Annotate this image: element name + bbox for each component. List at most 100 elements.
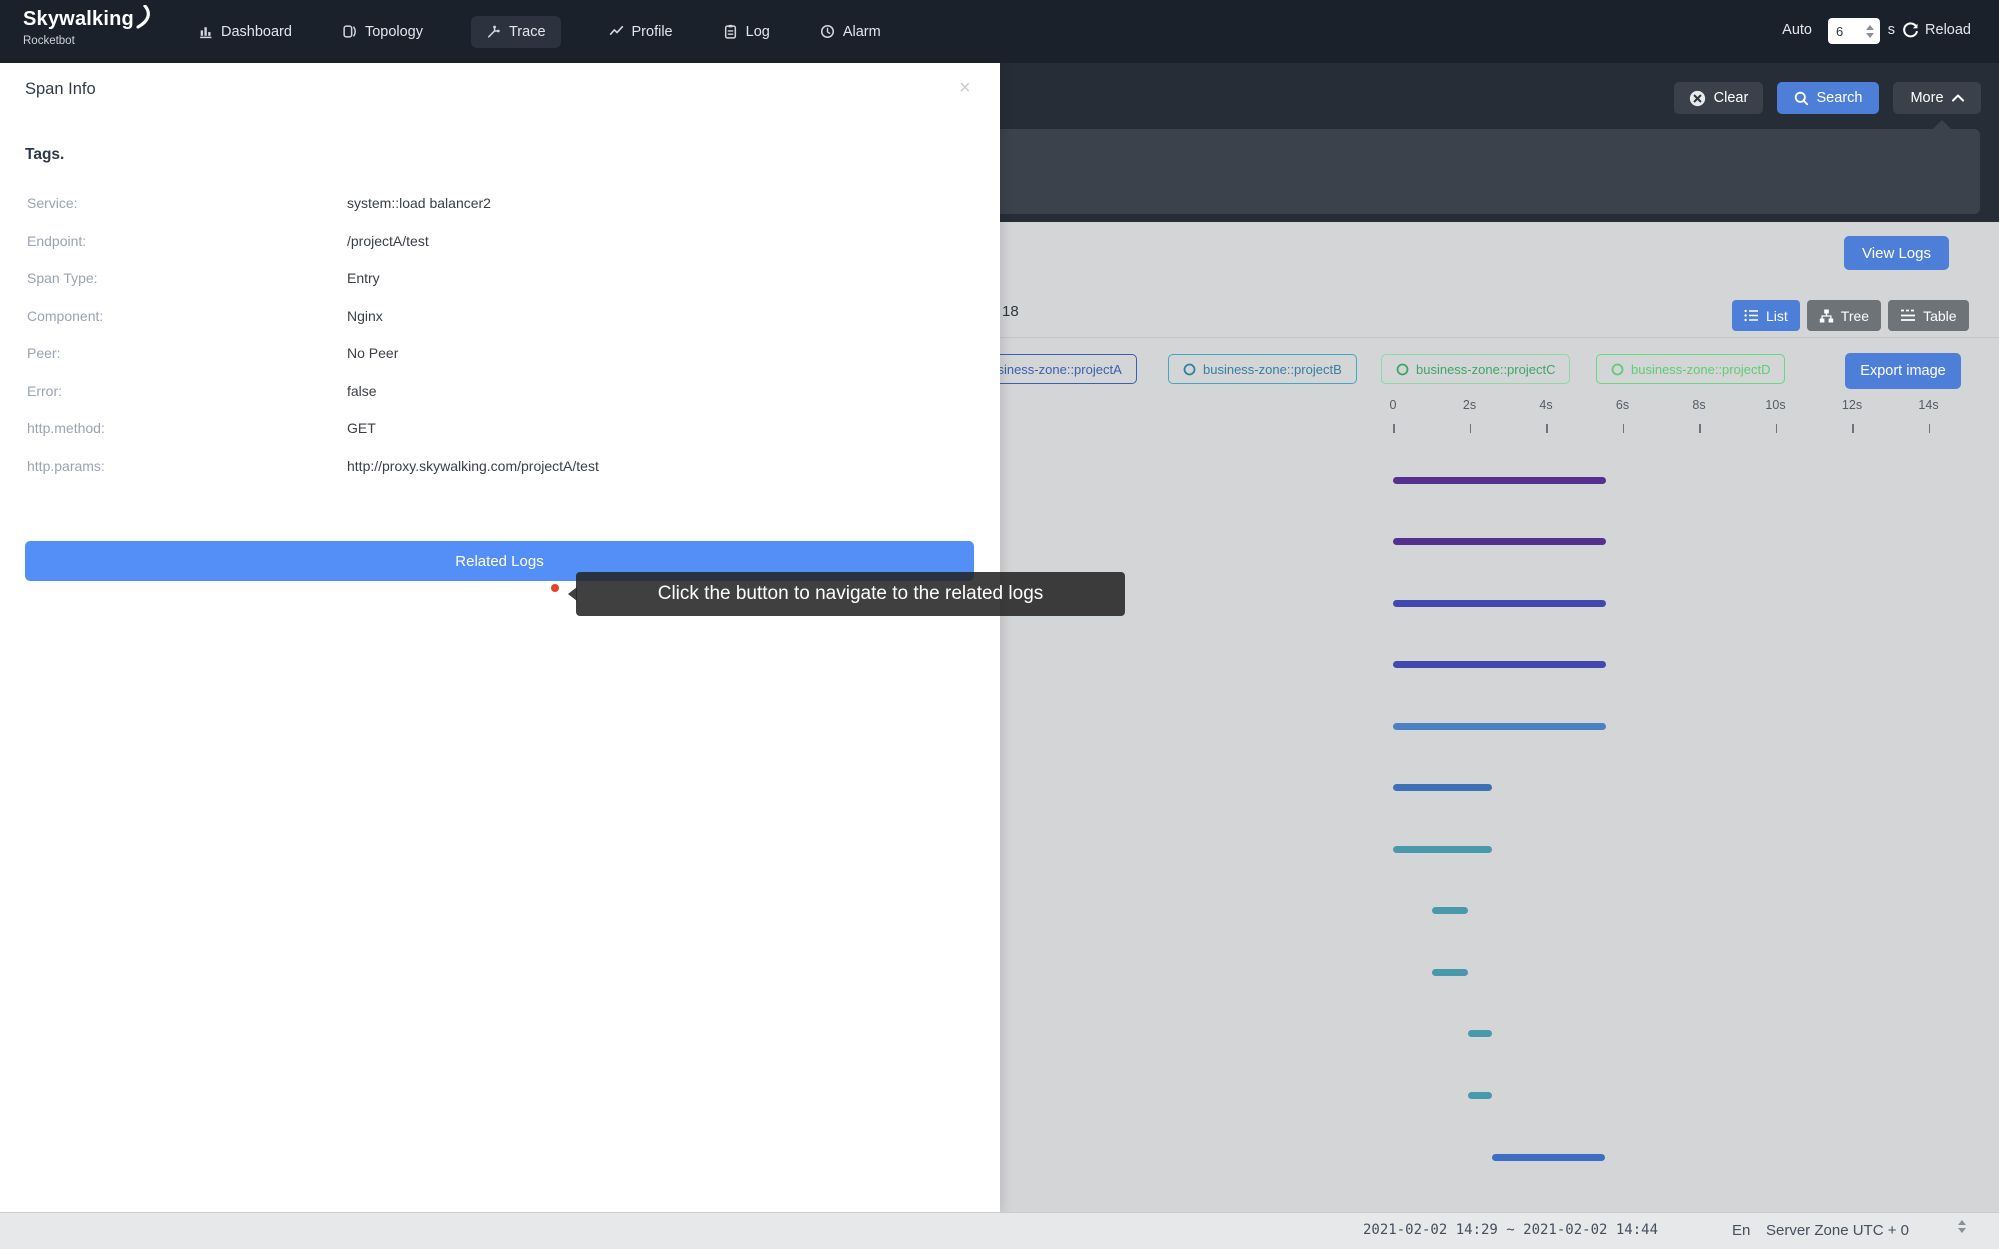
trace-span-bar[interactable] <box>1468 1030 1493 1037</box>
toggle-tree[interactable]: Tree <box>1807 300 1881 331</box>
axis-tick-label: 10s <box>1765 398 1785 412</box>
trace-span-bar[interactable] <box>1468 1092 1493 1099</box>
legend-pill-label: business-zone::projectA <box>983 362 1122 377</box>
circle-icon <box>1611 363 1624 376</box>
truncated-trace-text: 18 <box>1002 303 1019 320</box>
legend-pill-label: business-zone::projectD <box>1631 362 1770 377</box>
nav-item-label: Dashboard <box>221 24 292 40</box>
nav-item-trace[interactable]: Trace <box>471 16 561 48</box>
tag-label: Component: <box>27 308 103 324</box>
tag-label: Service: <box>27 195 78 211</box>
tag-value: No Peer <box>347 345 398 361</box>
axis-tick-mark <box>1470 424 1472 433</box>
legend-pill-label: business-zone::projectC <box>1416 362 1555 377</box>
brand-swoosh-icon <box>136 5 154 34</box>
tag-row: http.params:http://proxy.skywalking.com/… <box>0 449 1000 487</box>
legend-pill[interactable]: business-zone::projectB <box>1168 354 1357 384</box>
nav-item-log[interactable]: Log <box>721 16 772 48</box>
nav-item-topology[interactable]: Topology <box>340 16 425 48</box>
tag-rows: Service:system::load balancer2Endpoint:/… <box>0 186 1000 486</box>
tag-value: false <box>347 383 377 399</box>
tag-row: Span Type:Entry <box>0 261 1000 299</box>
clear-icon <box>1689 90 1706 107</box>
reload-button[interactable]: Reload <box>1925 22 1971 38</box>
nav-item-dashboard[interactable]: Dashboard <box>196 16 294 48</box>
tree-icon <box>1819 309 1834 323</box>
trace-span-bar[interactable] <box>1393 600 1606 607</box>
zone-stepper[interactable] <box>1958 1220 1966 1233</box>
search-icon <box>1794 91 1809 106</box>
trace-span-bar[interactable] <box>1393 784 1492 791</box>
axis-tick-label: 6s <box>1616 398 1629 412</box>
nav-item-label: Log <box>746 24 770 40</box>
legend-pill[interactable]: business-zone::projectD <box>1596 354 1785 384</box>
clear-button[interactable]: Clear <box>1674 82 1763 114</box>
trace-span-bar[interactable] <box>1432 969 1468 976</box>
nav-item-label: Alarm <box>843 24 881 40</box>
axis-tick-label: 8s <box>1692 398 1705 412</box>
tag-label: Peer: <box>27 345 60 361</box>
tag-row: http.method:GET <box>0 411 1000 449</box>
tag-value: http://proxy.skywalking.com/projectA/tes… <box>347 458 599 474</box>
nav-item-alarm[interactable]: Alarm <box>818 16 883 48</box>
trace-span-bar[interactable] <box>1492 1154 1605 1161</box>
zone-down-icon[interactable] <box>1958 1228 1966 1233</box>
nav-item-profile[interactable]: Profile <box>607 16 675 48</box>
server-zone-label: Server Zone UTC + 0 <box>1766 1222 1909 1239</box>
axis-tick-mark <box>1776 424 1778 433</box>
search-button[interactable]: Search <box>1777 82 1879 114</box>
dashboard-icon <box>198 24 213 39</box>
status-bar: 2021-02-02 14:29 ~ 2021-02-02 14:44 En S… <box>0 1212 1999 1249</box>
brand-subtitle: Rocketbot <box>23 35 154 47</box>
brand-logo[interactable]: Skywalking Rocketbot <box>23 8 154 47</box>
tag-row: Service: system::load balancer2 <box>0 186 1000 224</box>
more-button[interactable]: More <box>1893 82 1981 114</box>
nav-items: Dashboard Topology Trace Profile Log Alarm <box>196 0 883 63</box>
legend-pill[interactable]: business-zone::projectC <box>1381 354 1570 384</box>
span-info-modal: Span Info × Tags. Service:system::load b… <box>0 63 1000 1212</box>
view-logs-button[interactable]: View Logs <box>1844 236 1949 270</box>
trace-span-bar[interactable] <box>1393 538 1606 545</box>
legend-pill-label: business-zone::projectB <box>1203 362 1342 377</box>
tag-row: Peer: No Peer <box>0 336 1000 374</box>
clear-label: Clear <box>1714 90 1749 106</box>
axis-tick-label: 0 <box>1390 398 1397 412</box>
trace-span-bar[interactable] <box>1393 661 1606 668</box>
topology-icon <box>342 24 357 39</box>
tag-value: Entry <box>347 270 380 286</box>
stepper-down-icon[interactable] <box>1866 33 1874 38</box>
axis-tick-mark <box>1852 424 1854 433</box>
time-range-text[interactable]: 2021-02-02 14:29 ~ 2021-02-02 14:44 <box>1363 1222 1658 1238</box>
nav-item-label: Profile <box>632 24 673 40</box>
toggle-list[interactable]: List <box>1732 300 1800 331</box>
interval-stepper[interactable] <box>1864 20 1876 42</box>
tag-value: system::load balancer2 <box>347 195 491 211</box>
nav-item-label: Topology <box>365 24 423 40</box>
trace-span-bar[interactable] <box>1432 907 1468 914</box>
profile-icon <box>609 24 624 39</box>
brand-name: Skywalking <box>23 8 134 31</box>
circle-icon <box>1183 363 1196 376</box>
zone-up-icon[interactable] <box>1958 1220 1966 1225</box>
top-nav: Skywalking Rocketbot Dashboard Topology Tr… <box>0 0 1999 63</box>
modal-title: Span Info <box>25 80 96 99</box>
trace-icon <box>486 24 501 39</box>
close-icon[interactable]: × <box>955 73 975 104</box>
trace-span-bar[interactable] <box>1393 846 1492 853</box>
language-toggle[interactable]: En <box>1732 1222 1750 1239</box>
trace-span-bar[interactable] <box>1393 477 1606 484</box>
tag-value: /projectA/test <box>347 233 429 249</box>
toggle-table[interactable]: Table <box>1888 300 1968 331</box>
toggle-label: Table <box>1923 308 1956 324</box>
interval-unit-label: s <box>1888 22 1895 38</box>
more-label: More <box>1910 90 1943 106</box>
trace-span-bar[interactable] <box>1393 723 1606 730</box>
stepper-up-icon[interactable] <box>1866 25 1874 30</box>
related-logs-tooltip: Click the button to navigate to the rela… <box>576 572 1125 616</box>
reload-icon[interactable] <box>1902 22 1919 39</box>
skywalking-trace-page: { "topnav": { "brand": { "name": "Skywal… <box>0 0 1999 1249</box>
view-mode-toggles: ListTree Table <box>1732 300 1969 331</box>
export-image-button[interactable]: Export image <box>1845 353 1961 389</box>
axis-tick-label: 4s <box>1539 398 1552 412</box>
auto-reload-label: Auto <box>1782 22 1812 38</box>
